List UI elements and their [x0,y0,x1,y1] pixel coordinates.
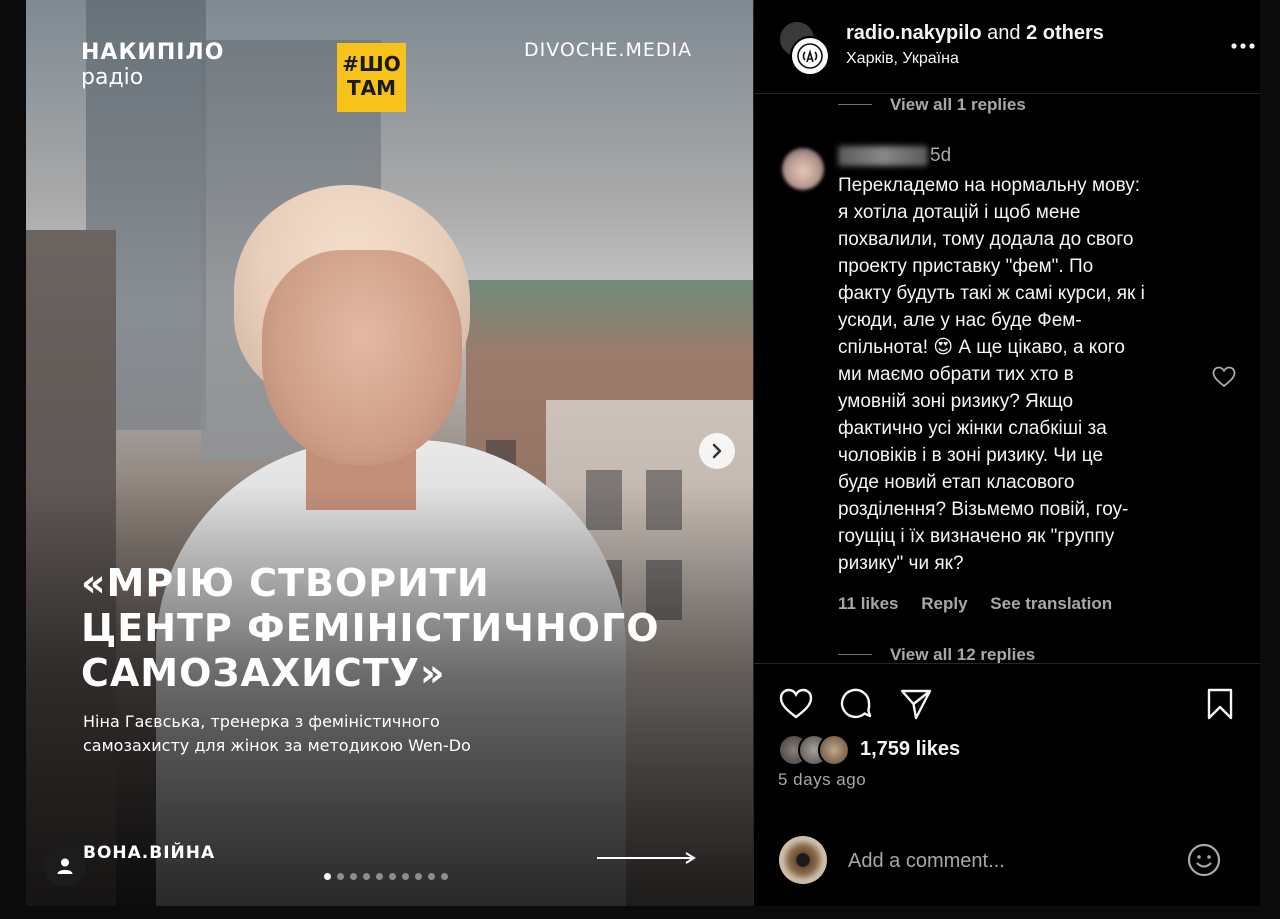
others-link[interactable]: 2 others [1026,22,1104,44]
tag-line: #ШО [342,52,401,76]
radio-tower-icon [797,43,823,69]
replies-divider [838,654,872,655]
tag-line: ТАМ [346,76,397,100]
caption-line: самозахисту для жінок за методикою Wen-D… [83,736,471,755]
post-side-panel: radio.nakypilo and 2 others Харків, Укра… [753,0,1260,906]
comment-line: Перекладемо на нормальну мову: [838,175,1141,196]
post-age: 5 days ago [778,770,867,789]
quote-caption: Ніна Гаєвська, тренерка з феміністичного… [83,710,583,758]
comment-line: чоловіків і в зоні ризику. Чи це [838,445,1104,466]
see-translation-button[interactable]: See translation [990,594,1112,613]
avatar[interactable] [818,734,850,766]
avatar[interactable] [782,148,824,190]
carousel-dots [324,873,448,880]
avatar [779,836,827,884]
post-authors: radio.nakypilo and 2 others [846,22,1104,45]
avatar[interactable] [790,36,830,76]
likes-count[interactable]: 1,759 likes [860,738,960,761]
post-location[interactable]: Харків, Україна [846,50,959,68]
comment-line: усюди, але у нас буде Фем- [838,310,1082,331]
view-replies-link[interactable]: View all 12 replies [890,645,1035,665]
heart-icon[interactable] [1212,366,1236,388]
comment-text: Перекладемо на нормальну мову: я хотіла … [838,172,1198,577]
post-media[interactable]: НАКИПІЛО радіо #ШО ТАМ DIVOCHE.MEDIA «МР… [26,0,753,906]
post-header: radio.nakypilo and 2 others Харків, Укра… [754,0,1260,94]
carousel-dot [441,873,448,880]
chevron-right-icon [712,443,722,459]
arrow-right-icon [597,852,696,864]
comment-line: умовній зоні ризику? Якщо [838,391,1074,412]
quote-line: ЦЕНТР ФЕМІНІСТИЧНОГО [81,606,660,650]
user-tag-button[interactable] [44,845,86,887]
add-comment-input[interactable] [846,845,1180,877]
quote-headline: «МРІЮ СТВОРИТИ ЦЕНТР ФЕМІНІСТИЧНОГО САМО… [81,561,731,696]
comment-line: проекту приставку "фем". По [838,256,1094,277]
quote-line: САМОЗАХИСТУ» [81,651,446,695]
carousel-dot [376,873,383,880]
liker-avatars[interactable] [778,734,858,766]
smiley-icon[interactable] [1186,842,1222,878]
shotam-tag: #ШО ТАМ [337,43,406,112]
comment-line: розділення? Візьмемо повій, гоу- [838,499,1129,520]
nakypilo-logo: НАКИПІЛО радіо [81,40,225,90]
author-link[interactable]: radio.nakypilo [846,22,982,44]
bookmark-icon[interactable] [1202,686,1238,722]
vona-viina-brand: ВОНА.ВІЙНА [83,843,216,863]
comment-line: ризику" чи як? [838,553,964,574]
carousel-next-button[interactable] [699,433,735,469]
view-replies-link[interactable]: View all 1 replies [890,95,1026,115]
divoche-media-logo: DIVOCHE.MEDIA [524,39,693,61]
more-horizontal-icon[interactable] [1228,36,1258,56]
person-icon [57,858,73,874]
comment-line: спільнота! 😍 А ще цікаво, а кого [838,337,1125,358]
comment-line: буде новий етап класового [838,472,1075,493]
carousel-dot [324,873,331,880]
comment-line: фактично усі жінки слабкіші за [838,418,1107,439]
carousel-dot [337,873,344,880]
comment-bubble-icon[interactable] [838,686,874,722]
post-dialog: НАКИПІЛО радіо #ШО ТАМ DIVOCHE.MEDIA «МР… [26,0,1260,906]
reply-button[interactable]: Reply [921,594,967,613]
carousel-dot [428,873,435,880]
quote-line: «МРІЮ СТВОРИТИ [81,561,490,605]
paper-plane-icon[interactable] [898,686,934,722]
comment-line: похвалили, тому додала до свого [838,229,1134,250]
carousel-dot [363,873,370,880]
comment-line: ми маємо обрати тих хто в [838,364,1074,385]
comment-likes[interactable]: 11 likes [838,594,899,613]
carousel-dot [415,873,422,880]
comment-line: я хотіла дотацій і щоб мене [838,202,1081,223]
logo-line: радіо [81,65,144,90]
heart-icon[interactable] [778,686,814,722]
replies-divider [838,104,872,105]
carousel-dot [389,873,396,880]
comment-meta: 11 likes Reply See translation [838,594,1130,614]
comment-time: 5d [930,145,952,166]
comment-line: гоущіц і їх визначено як "группу [838,526,1115,547]
comment-divider [754,812,1260,813]
carousel-dot [350,873,357,880]
comment-line: факту будуть такі ж самі курси, як і [838,283,1145,304]
carousel-dot [402,873,409,880]
collab-avatars[interactable] [778,20,834,76]
actions-divider [754,663,1260,664]
and-text: and [987,22,1021,44]
logo-line: НАКИПІЛО [81,40,225,65]
comment-username[interactable] [838,146,928,166]
caption-line: Ніна Гаєвська, тренерка з феміністичного [83,712,440,731]
person-face [262,250,462,465]
